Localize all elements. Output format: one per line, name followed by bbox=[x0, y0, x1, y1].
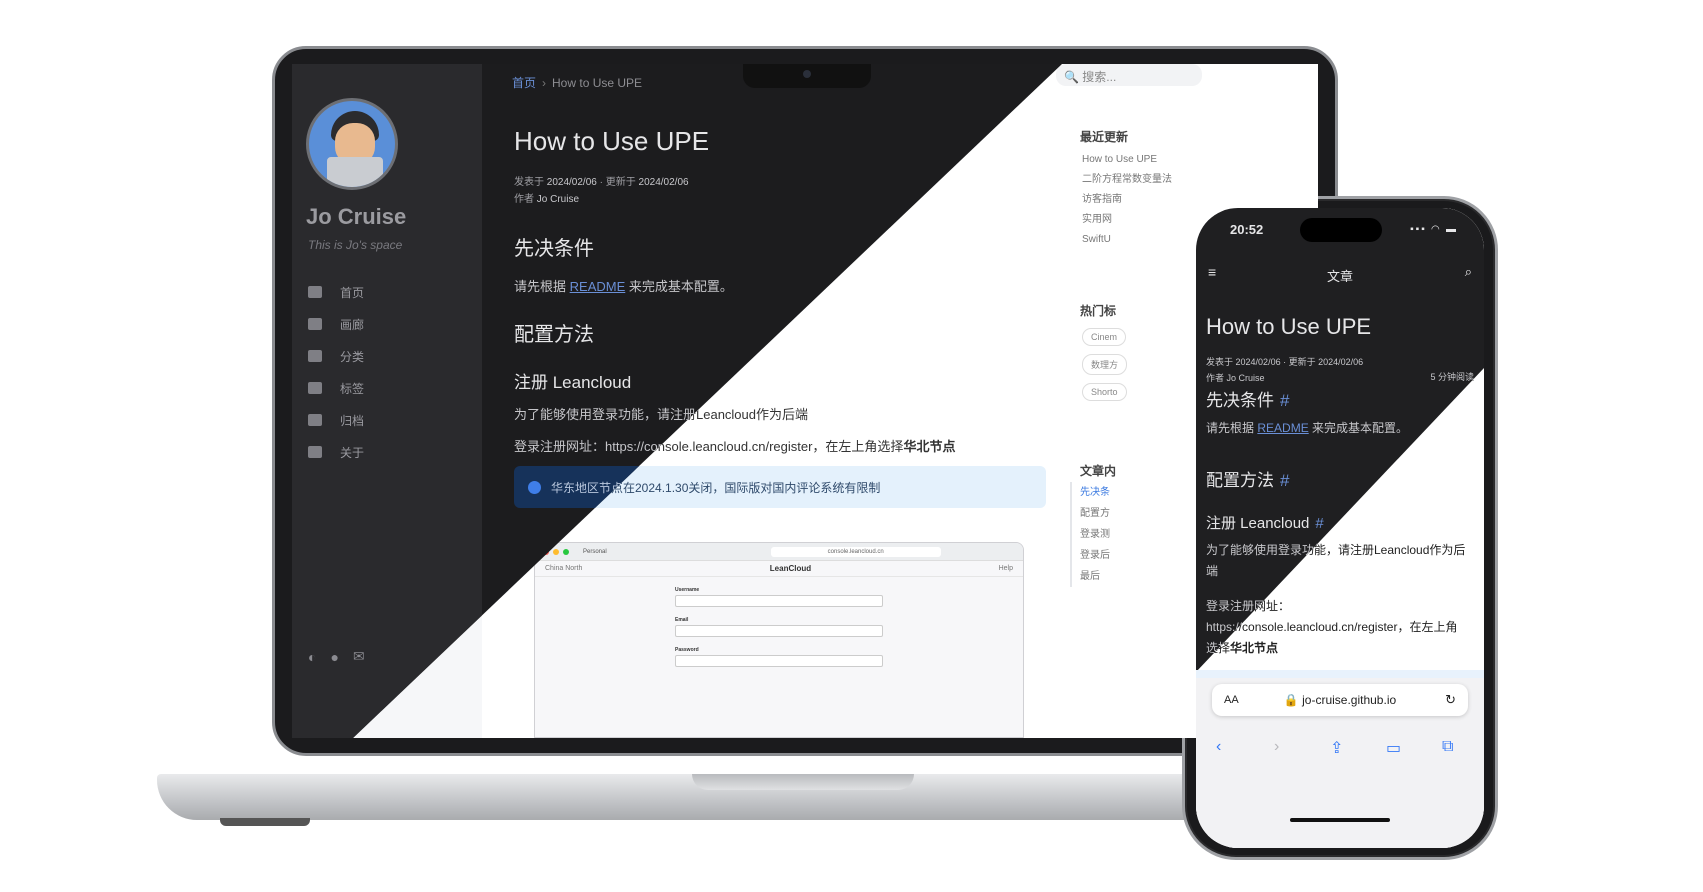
post-meta: 发表于 2024/02/06 · 更新于 2024/02/06 作者 Jo Cr… bbox=[514, 177, 689, 205]
tag-list: Cinem 数理方 Shorto bbox=[1082, 328, 1128, 409]
avatar[interactable] bbox=[306, 98, 398, 190]
signal-wifi-battery-icon: ▪▪▪ ◠ ▬ bbox=[1410, 224, 1458, 235]
laptop-foot bbox=[220, 818, 310, 826]
heading-config: 配置方法 bbox=[514, 324, 594, 346]
sidebar-item-tags[interactable]: 标签 bbox=[308, 372, 364, 404]
back-icon[interactable]: ‹ bbox=[1216, 738, 1221, 756]
laptop-notch bbox=[743, 64, 871, 88]
recent-item[interactable]: 访客指南 bbox=[1082, 190, 1222, 210]
theme-toggle-icon[interactable]: ◐ bbox=[308, 649, 316, 665]
search-input[interactable]: 🔍 搜索... bbox=[1056, 64, 1202, 86]
sidebar-item-gallery[interactable]: 画廊 bbox=[308, 308, 364, 340]
laptop-screen: 🔍 搜索... 请先根据 README 来完成基本配置。 配置方法 注册 Lea… bbox=[292, 64, 1318, 738]
gallery-icon bbox=[308, 318, 322, 330]
site-title[interactable]: Jo Cruise bbox=[306, 204, 406, 230]
archive-icon bbox=[308, 414, 322, 426]
phone-read-time: 5 分钟阅读 bbox=[1430, 372, 1474, 382]
github-icon[interactable]: ● bbox=[330, 649, 338, 665]
address-bar[interactable]: AA 🔒 jo-cruise.github.io ↻ bbox=[1212, 684, 1468, 716]
hot-tags-heading: 热门标 bbox=[1080, 304, 1117, 318]
list-icon bbox=[308, 350, 322, 362]
sidebar-nav: 首页 画廊 分类 标签 归档 关于 bbox=[308, 276, 364, 468]
toc-item[interactable]: 最后 bbox=[1080, 566, 1110, 587]
sidebar-item-categories[interactable]: 分类 bbox=[308, 340, 364, 372]
share-icon[interactable]: ⇪ bbox=[1330, 738, 1343, 758]
phone-heading-config: 配置方法 # bbox=[1206, 471, 1290, 490]
phone-nav-title: 文章 bbox=[1326, 269, 1353, 284]
recent-item[interactable]: 二阶方程常数变量法 bbox=[1082, 170, 1222, 190]
breadcrumb-home[interactable]: 首页 bbox=[512, 76, 536, 90]
breadcrumb-current: How to Use UPE bbox=[552, 76, 643, 90]
home-icon bbox=[308, 286, 322, 298]
tag-chip[interactable]: Shorto bbox=[1082, 383, 1127, 401]
sidebar-item-home[interactable]: 首页 bbox=[308, 276, 364, 308]
recent-heading: 最近更新 bbox=[1080, 130, 1129, 144]
bookmarks-icon[interactable]: ▭ bbox=[1386, 738, 1401, 758]
sidebar: Jo Cruise This is Jo's space 首页 画廊 分类 标签… bbox=[292, 64, 482, 738]
prereq-text: 请先根据 README 来完成基本配置。 bbox=[514, 279, 733, 294]
search-icon[interactable]: ⌕ bbox=[1465, 264, 1472, 280]
recent-item[interactable]: How to Use UPE bbox=[1082, 150, 1222, 170]
toc: 先决条 配置方 登录测 登录后 最后 bbox=[1070, 482, 1110, 587]
status-time: 20:52 bbox=[1230, 222, 1264, 237]
address-domain: 🔒 jo-cruise.github.io bbox=[1283, 693, 1397, 707]
info-icon bbox=[528, 480, 541, 494]
phone-post-meta: 发表于 2024/02/06 · 更新于 2024/02/06 作者 Jo Cr… bbox=[1206, 357, 1364, 383]
tag-chip[interactable]: Cinem bbox=[1082, 328, 1127, 346]
phone-screen: 为了能够使用登录功能，请注册Leancloud作为后端 登录注册网址： http… bbox=[1196, 208, 1484, 848]
tabs-icon[interactable]: ⧉ bbox=[1442, 738, 1453, 756]
sidebar-item-about[interactable]: 关于 bbox=[308, 436, 364, 468]
toc-item[interactable]: 先决条 bbox=[1080, 482, 1110, 503]
phone-nav: ≡ 文章 ⌕ bbox=[1196, 264, 1484, 288]
sidebar-item-archive[interactable]: 归档 bbox=[308, 404, 364, 436]
site-tagline: This is Jo's space bbox=[308, 238, 403, 252]
tag-icon bbox=[308, 382, 322, 394]
toc-heading: 文章内 bbox=[1080, 464, 1117, 478]
user-circle-icon bbox=[308, 446, 322, 458]
page-title: How to Use UPE bbox=[514, 126, 710, 156]
heading-prereq: 先决条件 bbox=[514, 238, 594, 260]
leancloud-screenshot: Personal console.leancloud.cn China Nort… bbox=[534, 542, 1024, 738]
tag-chip[interactable]: 数理方 bbox=[1082, 354, 1128, 375]
mail-icon[interactable]: ✉ bbox=[353, 648, 365, 665]
dynamic-island bbox=[1300, 218, 1382, 242]
toc-item[interactable]: 登录测 bbox=[1080, 524, 1110, 545]
reload-icon[interactable]: ↻ bbox=[1445, 692, 1456, 708]
forward-icon[interactable]: › bbox=[1274, 738, 1279, 756]
callout-strip bbox=[1196, 670, 1484, 678]
breadcrumb: 首页 › How to Use UPE bbox=[512, 76, 643, 90]
sidebar-footer: ◐ ● ✉ bbox=[308, 648, 365, 665]
phone-heading-prereq: 先决条件 # bbox=[1206, 391, 1290, 410]
phone-heading-register: 注册 Leancloud # bbox=[1206, 515, 1324, 532]
toc-item[interactable]: 登录后 bbox=[1080, 545, 1110, 566]
readme-link[interactable]: README bbox=[570, 279, 626, 294]
heading-register: 注册 Leancloud bbox=[514, 373, 632, 392]
home-indicator bbox=[1290, 818, 1390, 822]
toc-item[interactable]: 配置方 bbox=[1080, 503, 1110, 524]
phone-page-title: How to Use UPE bbox=[1206, 314, 1372, 339]
